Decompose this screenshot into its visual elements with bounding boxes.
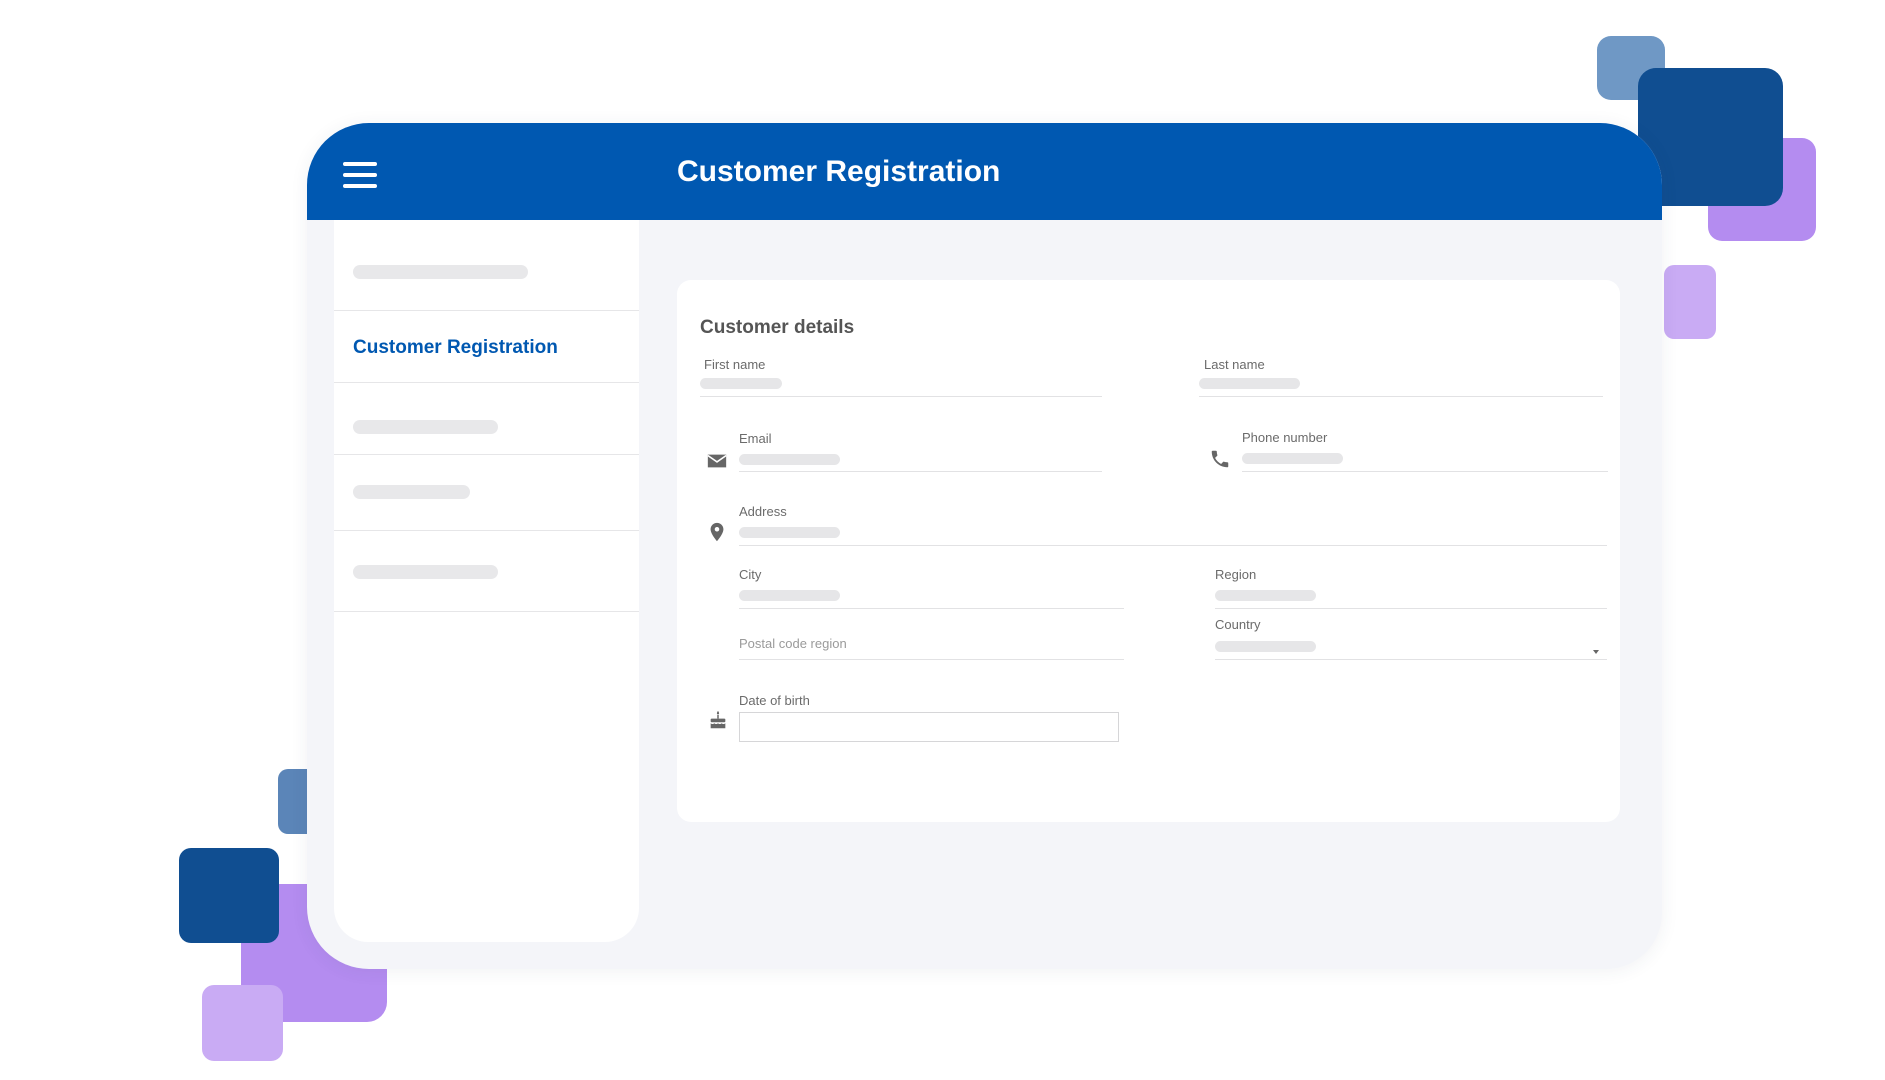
sidebar: Customer Registration	[334, 220, 639, 942]
first-name-field[interactable]: First name	[700, 358, 1102, 397]
email-label: Email	[739, 431, 772, 446]
country-label: Country	[1215, 617, 1261, 632]
location-pin-icon	[710, 522, 724, 542]
country-select[interactable]: Country	[1215, 618, 1607, 660]
postal-code-field[interactable]: Postal code region	[739, 637, 1124, 660]
sidebar-item-5[interactable]	[334, 531, 639, 612]
region-label: Region	[1215, 567, 1257, 582]
phone-number-field[interactable]: Phone number	[1242, 431, 1608, 472]
email-value-placeholder	[739, 454, 840, 465]
sidebar-item-1[interactable]	[334, 220, 639, 311]
phone-number-label: Phone number	[1242, 430, 1328, 445]
address-label: Address	[739, 504, 787, 519]
postal-code-placeholder: Postal code region	[739, 636, 847, 651]
sidebar-item-label: Customer Registration	[353, 337, 558, 358]
sidebar-item-placeholder	[353, 485, 470, 499]
first-name-value-placeholder	[700, 378, 782, 389]
sidebar-item-placeholder	[353, 265, 528, 279]
address-field[interactable]: Address	[739, 505, 1607, 546]
last-name-field[interactable]: Last name	[1199, 358, 1603, 397]
first-name-label: First name	[704, 357, 766, 372]
sidebar-item-4[interactable]	[334, 455, 639, 531]
city-field[interactable]: City	[739, 568, 1124, 609]
sidebar-item-3[interactable]	[334, 383, 639, 455]
sidebar-item-placeholder	[353, 420, 498, 434]
region-field[interactable]: Region	[1215, 568, 1607, 609]
app-window: Customer Registration Customer Registrat…	[307, 123, 1662, 969]
phone-icon	[1211, 450, 1229, 468]
sidebar-item-customer-registration[interactable]: Customer Registration	[334, 311, 639, 383]
last-name-value-placeholder	[1199, 378, 1300, 389]
date-of-birth-label: Date of birth	[739, 693, 810, 708]
date-of-birth-input[interactable]	[739, 712, 1119, 742]
phone-number-value-placeholder	[1242, 453, 1343, 464]
chevron-down-icon	[1593, 650, 1599, 654]
decorative-square	[1664, 265, 1716, 339]
birthday-cake-icon	[710, 710, 726, 729]
customer-details-card: Customer details First name Last name Em…	[677, 280, 1620, 822]
app-header: Customer Registration	[307, 123, 1662, 220]
hamburger-menu-icon[interactable]	[343, 162, 377, 190]
date-of-birth-field: Date of birth	[739, 694, 1121, 744]
region-value-placeholder	[1215, 590, 1316, 601]
decorative-square	[179, 848, 279, 943]
card-title: Customer details	[700, 317, 855, 338]
email-field[interactable]: Email	[739, 432, 1102, 472]
decorative-square	[202, 985, 283, 1061]
envelope-icon	[707, 454, 727, 468]
city-label: City	[739, 567, 762, 582]
page-title: Customer Registration	[677, 155, 1001, 188]
city-value-placeholder	[739, 590, 840, 601]
sidebar-item-placeholder	[353, 565, 498, 579]
country-value-placeholder	[1215, 641, 1316, 652]
last-name-label: Last name	[1204, 357, 1265, 372]
address-value-placeholder	[739, 527, 840, 538]
